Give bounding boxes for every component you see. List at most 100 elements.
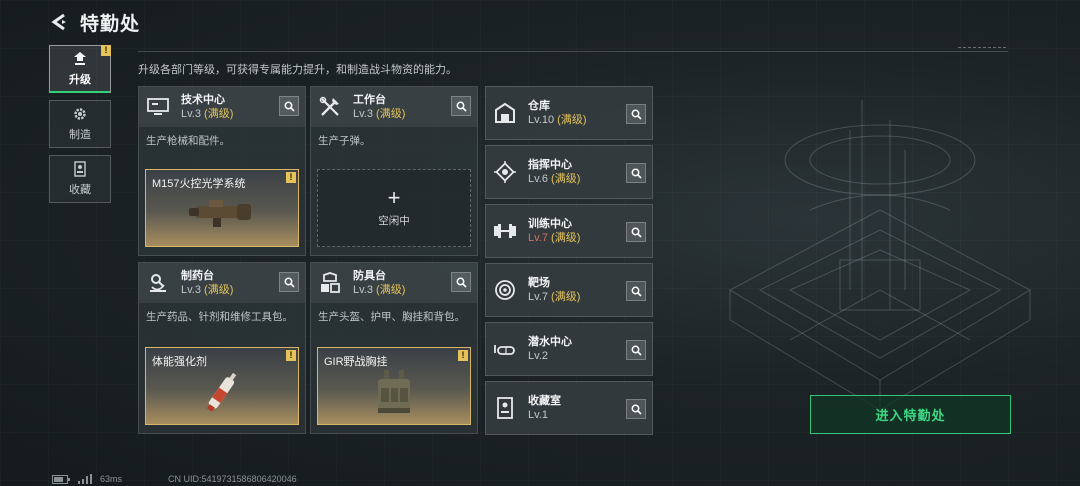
search-icon — [631, 168, 642, 179]
item-name: M157火控光学系统 — [152, 178, 246, 190]
workshop-level: Lv.3 (满级) — [353, 284, 406, 296]
signal-icon — [78, 474, 92, 484]
battery-icon — [52, 474, 70, 484]
card-header: 防具台 Lv.3 (满级) — [311, 263, 477, 303]
detail-button[interactable] — [279, 272, 299, 292]
enter-special-ops-button[interactable]: 进入特勤处 — [810, 395, 1011, 434]
user-uid: CN UID:5419731586806420046 — [168, 474, 297, 484]
detail-button[interactable] — [626, 104, 646, 124]
warehouse-icon — [492, 100, 518, 126]
workshop-name: 防具台 — [353, 270, 386, 282]
workshop-name: 制药台 — [181, 270, 214, 282]
armor-icon — [317, 270, 343, 296]
back-arrow-icon — [51, 13, 66, 31]
facility-level: Lv.6 (满级) — [528, 173, 581, 185]
header-divider — [138, 51, 1008, 52]
idle-production-slot[interactable]: + 空闲中 — [317, 169, 471, 247]
production-slot[interactable]: ! 体能强化剂 — [145, 347, 299, 425]
workshop-name: 技术中心 — [181, 94, 225, 106]
monitor-icon — [145, 94, 171, 120]
collection-icon — [74, 161, 86, 177]
item-name: 体能强化剂 — [152, 356, 207, 368]
search-icon — [284, 101, 295, 112]
detail-button[interactable] — [626, 399, 646, 419]
workshop-card-tech-center: 技术中心 Lv.3 (满级) 生产枪械和配件。 ! M157火控光学系统 — [138, 86, 306, 256]
vest-item — [378, 370, 410, 413]
dumbbell-icon — [492, 218, 518, 244]
production-slot[interactable]: ! GIR野战胸挂 — [317, 347, 471, 425]
facility-warehouse[interactable]: 仓库 Lv.10 (满级) — [485, 86, 653, 140]
facility-name: 仓库 — [528, 100, 550, 112]
nav-item-collection[interactable]: 收藏 — [49, 155, 111, 203]
detail-button[interactable] — [626, 281, 646, 301]
workshop-description: 生产枪械和配件。 — [146, 135, 230, 147]
card-header: 技术中心 Lv.3 (满级) — [139, 87, 305, 127]
detail-button[interactable] — [626, 340, 646, 360]
gear-icon — [74, 108, 86, 120]
detail-button[interactable] — [626, 222, 646, 242]
header: 特勤处 — [48, 8, 140, 36]
detail-button[interactable] — [279, 96, 299, 116]
facility-level: Lv.1 — [528, 409, 548, 421]
facility-training-center[interactable]: 训练中心 Lv.7 (满级) — [485, 204, 653, 258]
syringe-item — [206, 372, 237, 412]
facility-command-center[interactable]: 指挥中心 Lv.6 (满级) — [485, 145, 653, 199]
detail-button[interactable] — [626, 163, 646, 183]
alert-badge: ! — [286, 350, 296, 361]
facility-level: Lv.7 (满级) — [528, 291, 581, 303]
chip-icon — [492, 159, 518, 185]
card-header: 制药台 Lv.3 (满级) — [139, 263, 305, 303]
card-header: 工作台 Lv.3 (满级) — [311, 87, 477, 127]
facility-diving-center[interactable]: 潜水中心 Lv.2 — [485, 322, 653, 376]
idle-label: 空闲中 — [378, 214, 410, 227]
nav-item-manufacture[interactable]: 制造 — [49, 100, 111, 148]
workshop-level: Lv.3 (满级) — [181, 284, 234, 296]
scope-item — [189, 200, 251, 227]
alert-badge: ! — [458, 350, 468, 361]
nav-label: 升级 — [69, 74, 91, 86]
workshop-description: 生产药品、针剂和维修工具包。 — [146, 311, 293, 323]
facility-name: 收藏室 — [528, 395, 561, 407]
page-description: 升级各部门等级，可获得专属能力提升，和制造战斗物资的能力。 — [138, 64, 457, 76]
workshop-card-workbench: 工作台 Lv.3 (满级) 生产子弹。 + 空闲中 — [310, 86, 478, 256]
diving-mask-icon — [492, 336, 518, 362]
facility-level: Lv.10 (满级) — [528, 114, 587, 126]
search-icon — [631, 404, 642, 415]
nav-label: 制造 — [69, 129, 91, 141]
search-icon — [631, 286, 642, 297]
search-icon — [284, 277, 295, 288]
tools-icon — [317, 94, 343, 120]
search-icon — [631, 109, 642, 120]
alert-badge: ! — [286, 172, 296, 183]
header-divider-accent — [958, 47, 1006, 50]
workshop-description: 生产头盔、护甲、胸挂和背包。 — [318, 311, 465, 323]
workshop-level: Lv.3 (满级) — [181, 108, 234, 120]
facility-level: Lv.7 (满级) — [528, 232, 581, 244]
search-icon — [456, 101, 467, 112]
facility-shooting-range[interactable]: 靶场 Lv.7 (满级) — [485, 263, 653, 317]
facility-name: 指挥中心 — [528, 159, 572, 171]
nav-label: 收藏 — [69, 184, 91, 196]
upgrade-icon — [74, 52, 86, 65]
display-case-icon — [492, 395, 518, 421]
page-title: 特勤处 — [80, 13, 141, 35]
production-slot[interactable]: ! M157火控光学系统 — [145, 169, 299, 247]
status-footer: 63ms CN UID:5419731586806420046 — [52, 474, 297, 484]
search-icon — [631, 227, 642, 238]
facility-name: 训练中心 — [528, 218, 572, 230]
facility-level: Lv.2 — [528, 350, 548, 362]
workshop-card-pharmacy: 制药台 Lv.3 (满级) 生产药品、针剂和维修工具包。 ! 体能强化剂 — [138, 262, 306, 434]
facility-name: 靶场 — [528, 277, 550, 289]
ping-value: 63ms — [100, 474, 123, 484]
workshop-name: 工作台 — [353, 94, 386, 106]
workshop-card-armor-bench: 防具台 Lv.3 (满级) 生产头盔、护甲、胸挂和背包。 ! GIR野战胸挂 — [310, 262, 478, 434]
target-icon — [492, 277, 518, 303]
detail-button[interactable] — [451, 272, 471, 292]
side-nav: ! 升级 制造 收藏 — [49, 45, 111, 210]
search-icon — [631, 345, 642, 356]
back-button[interactable] — [48, 11, 70, 33]
facility-collection-room[interactable]: 收藏室 Lv.1 — [485, 381, 653, 435]
nav-item-upgrade[interactable]: ! 升级 — [49, 45, 111, 93]
add-icon: + — [387, 184, 401, 210]
detail-button[interactable] — [451, 96, 471, 116]
